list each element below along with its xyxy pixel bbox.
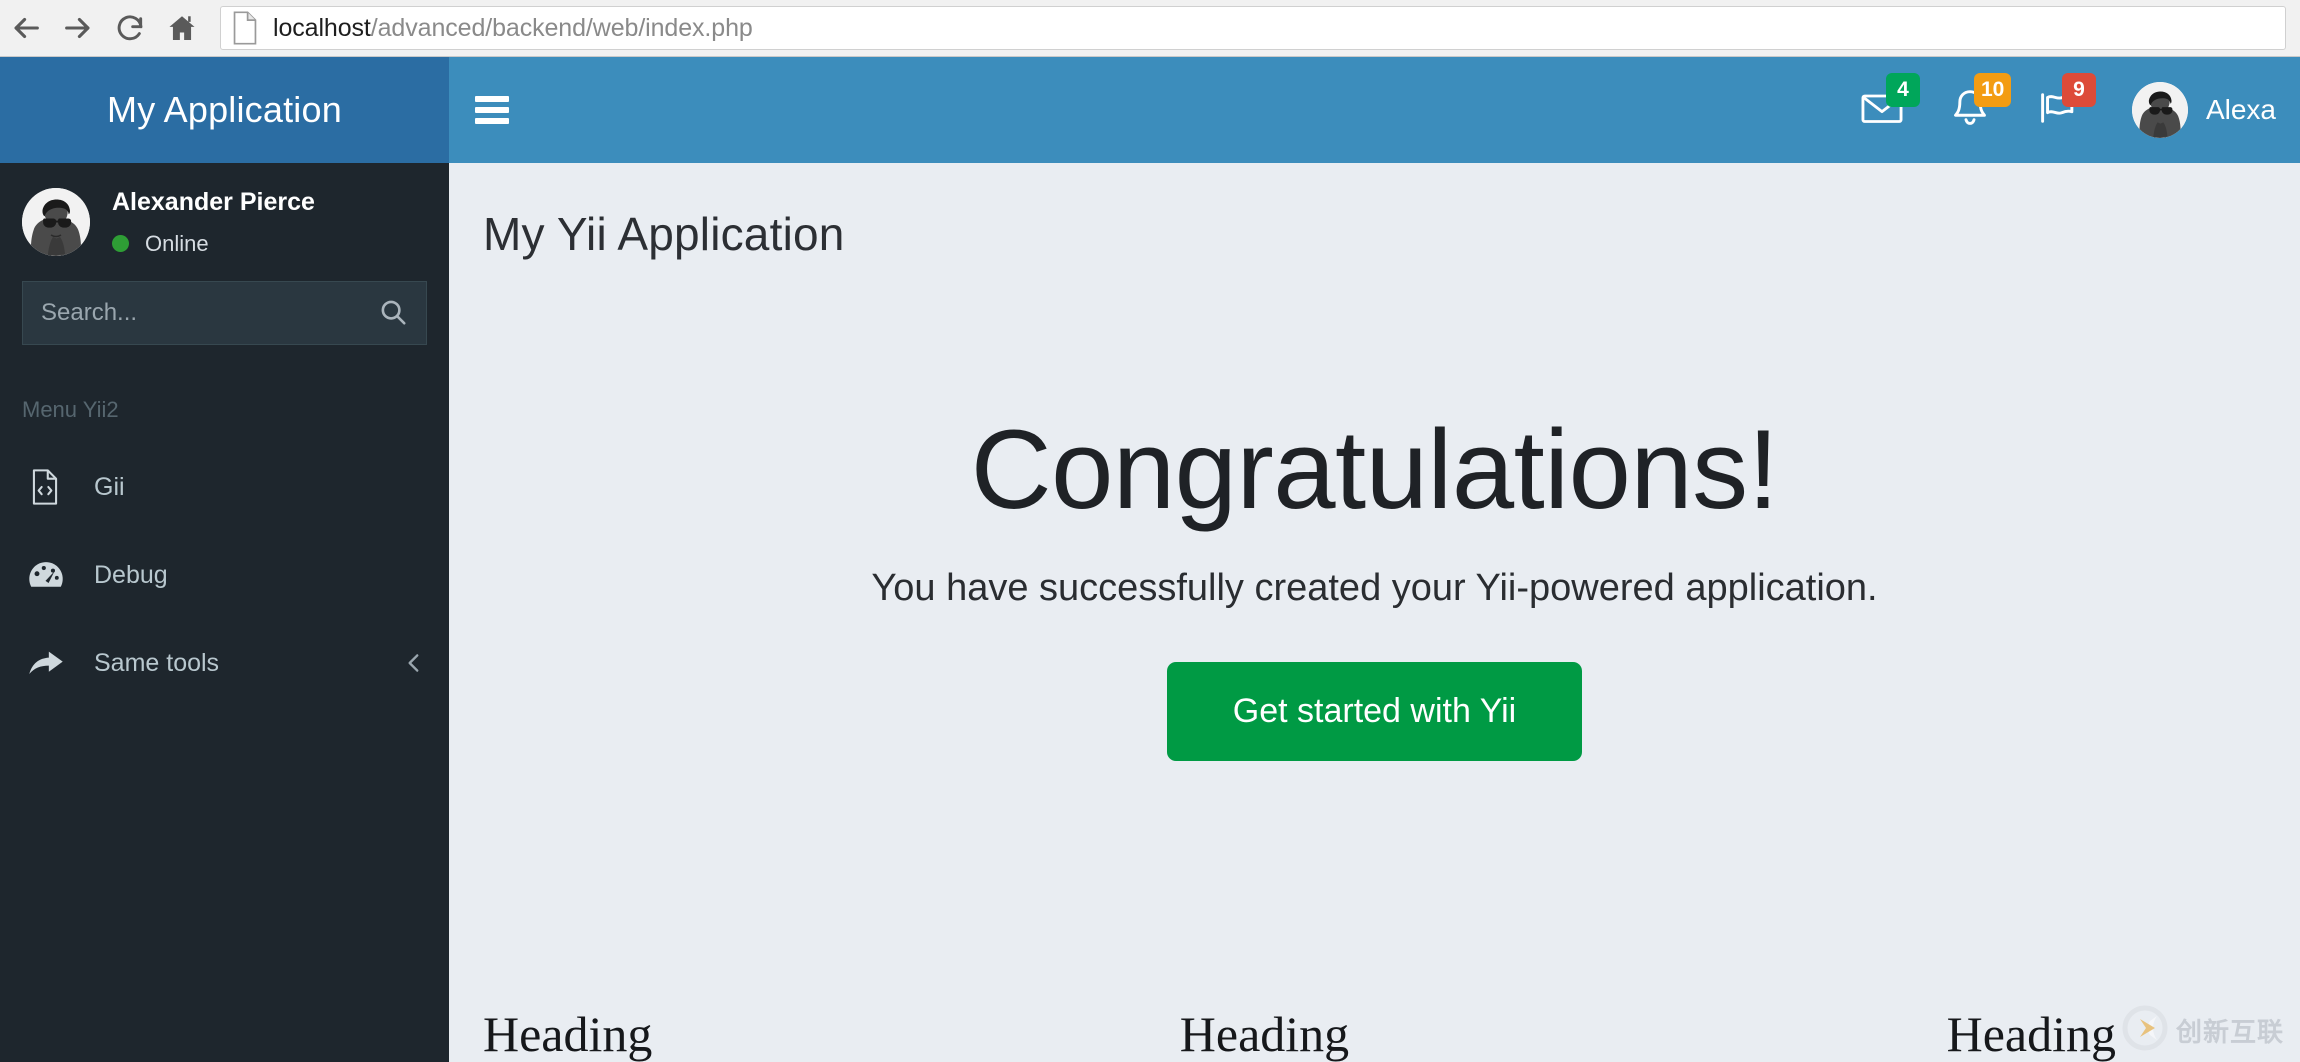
tasks-menu[interactable]: 9 [2014, 57, 2102, 163]
get-started-button[interactable]: Get started with Yii [1167, 662, 1582, 761]
sidebar-search-form [22, 281, 427, 345]
sidebar-item-debug[interactable]: Debug [0, 531, 449, 619]
home-button[interactable] [156, 5, 208, 51]
sidebar-logo[interactable]: My Application [0, 57, 449, 163]
sidebar-item-gii[interactable]: Gii [0, 443, 449, 531]
share-arrow-icon [28, 648, 70, 678]
feature-column: Heading [1595, 1007, 2266, 1062]
content-wrapper: 4 10 [449, 57, 2300, 1062]
sidebar-item-same-tools[interactable]: Same tools [0, 619, 449, 707]
sidebar-user-status: Online [112, 231, 315, 257]
feature-column: Heading [483, 1007, 1004, 1062]
feature-column: Heading [1004, 1007, 1595, 1062]
reload-icon [114, 12, 146, 44]
feature-heading: Heading [1004, 1007, 1525, 1062]
navbar-right-menu: 4 10 [1838, 57, 2300, 163]
chevron-left-icon [401, 650, 427, 676]
app-shell: My Application Ale [0, 57, 2300, 1062]
search-button[interactable] [378, 297, 408, 330]
sidebar-item-label: Same tools [94, 649, 401, 678]
sidebar-item-label: Debug [94, 561, 427, 590]
messages-badge: 4 [1886, 73, 1920, 107]
url-text: localhost/advanced/backend/web/index.php [273, 14, 753, 43]
sidebar-menu-header: Menu Yii2 [0, 379, 449, 443]
status-online-dot [112, 235, 129, 252]
forward-arrow-icon [61, 11, 95, 45]
feature-heading: Heading [1595, 1007, 2116, 1062]
jumbotron-heading: Congratulations! [449, 411, 2300, 529]
back-arrow-icon [9, 11, 43, 45]
avatar [2132, 82, 2188, 138]
messages-menu[interactable]: 4 [1838, 57, 1926, 163]
file-code-icon [28, 469, 70, 505]
tasks-badge: 9 [2062, 73, 2096, 107]
browser-chrome: localhost/advanced/backend/web/index.php [0, 0, 2300, 57]
sidebar-item-label: Gii [94, 473, 427, 502]
feature-heading: Heading [483, 1007, 1004, 1062]
reload-button[interactable] [104, 5, 156, 51]
user-menu[interactable]: Alexa [2102, 57, 2300, 163]
hamburger-icon [475, 91, 509, 129]
home-icon [166, 12, 198, 44]
sidebar-search-wrapper [0, 281, 449, 345]
jumbotron-subheading: You have successfully created your Yii-p… [449, 567, 2300, 610]
content-header: My Yii Application [449, 163, 2300, 261]
search-input[interactable] [41, 299, 378, 327]
url-bar[interactable]: localhost/advanced/backend/web/index.php [220, 6, 2286, 50]
avatar [22, 188, 90, 256]
sidebar: My Application Ale [0, 57, 449, 1062]
sidebar-toggle-button[interactable] [449, 57, 535, 163]
sidebar-user-name: Alexander Pierce [112, 187, 315, 218]
sidebar-menu: Menu Yii2 Gii [0, 379, 449, 707]
sidebar-user-panel[interactable]: Alexander Pierce Online [0, 163, 449, 281]
page-title: My Yii Application [483, 207, 2300, 261]
notifications-menu[interactable]: 10 [1926, 57, 2014, 163]
navbar: 4 10 [449, 57, 2300, 163]
back-button[interactable] [0, 5, 52, 51]
search-icon [378, 297, 408, 330]
sidebar-user-info: Alexander Pierce Online [112, 187, 315, 256]
user-menu-label: Alexa [2206, 94, 2276, 126]
forward-button[interactable] [52, 5, 104, 51]
jumbotron: Congratulations! You have successfully c… [449, 261, 2300, 761]
feature-row: Heading Heading Heading [449, 1007, 2300, 1062]
sidebar-user-status-label: Online [145, 231, 209, 257]
page-document-icon [231, 11, 259, 45]
dashboard-icon [28, 559, 70, 591]
notifications-badge: 10 [1974, 73, 2011, 107]
